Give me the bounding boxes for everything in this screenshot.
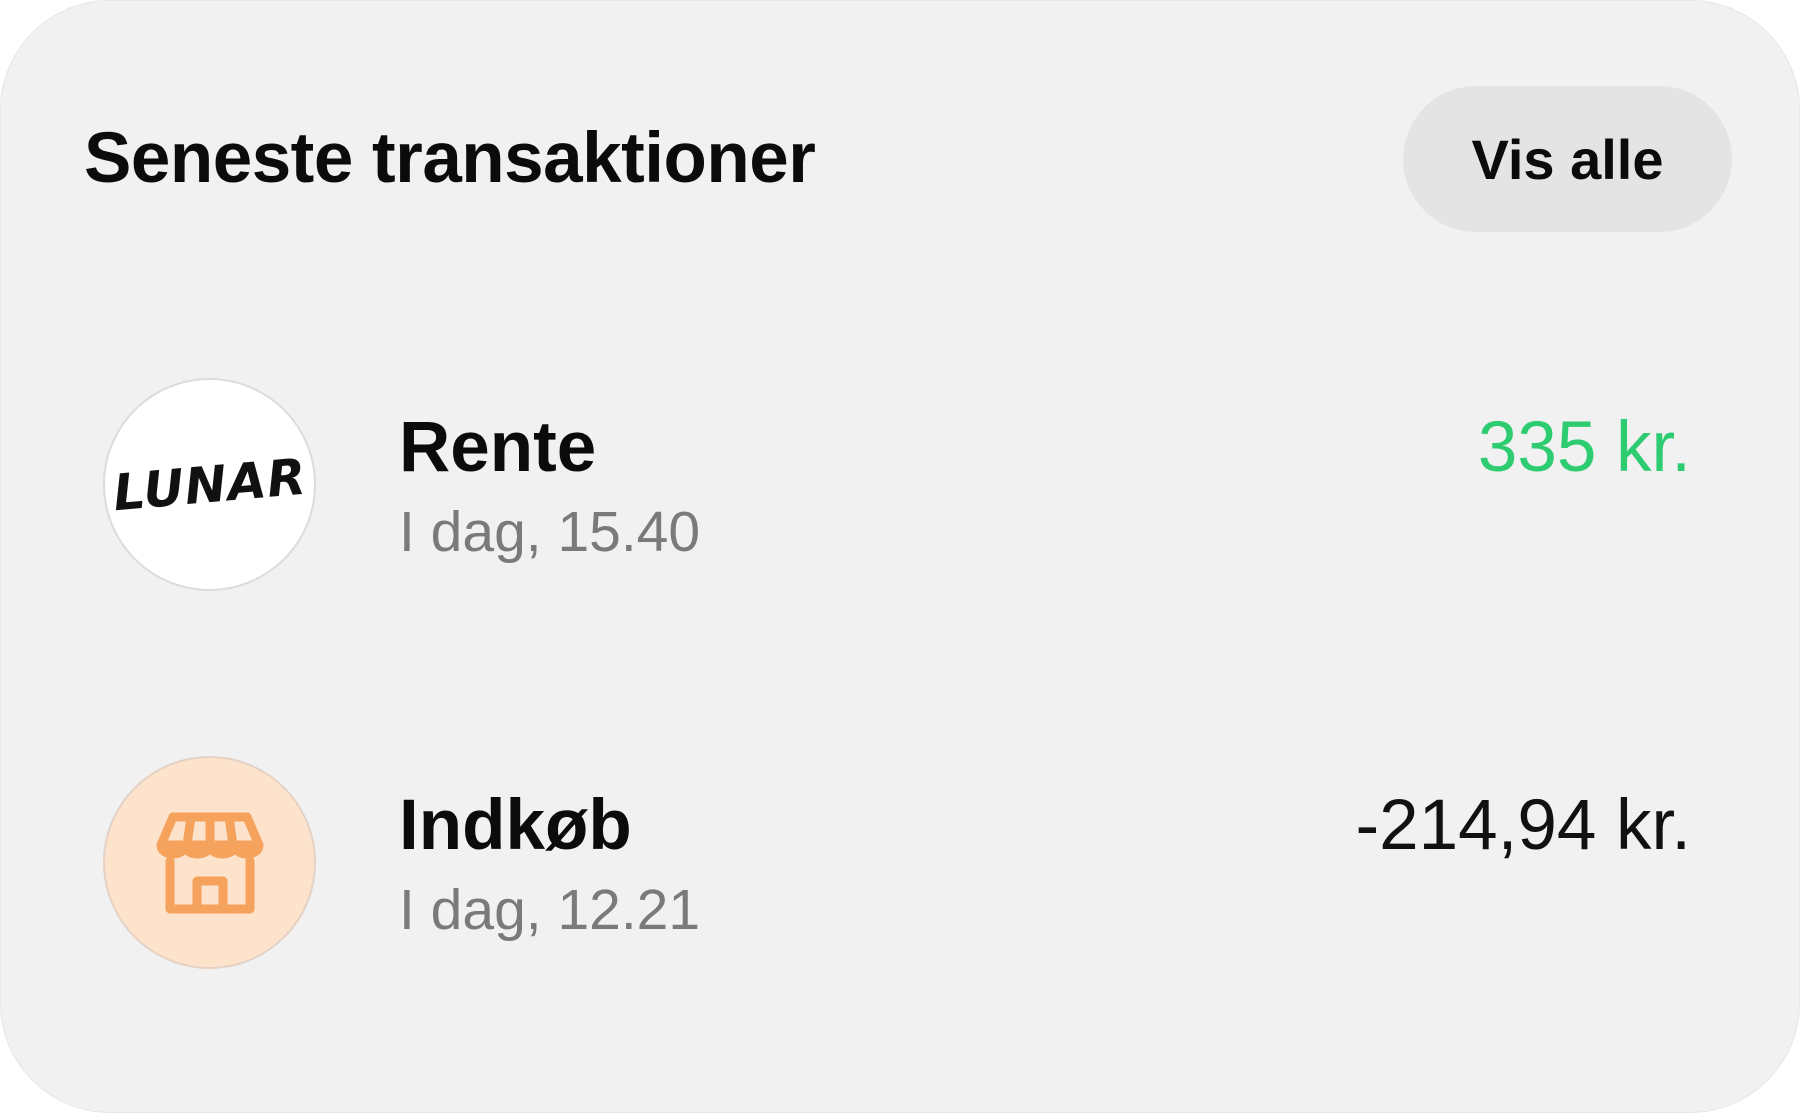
transaction-time: I dag, 15.40: [399, 500, 701, 564]
transaction-amount: -214,94 kr.: [1355, 786, 1691, 865]
transaction-row[interactable]: LUNAR Rente I dag, 15.40 335 kr.: [1, 375, 1799, 595]
avatar: LUNAR: [103, 378, 316, 591]
transaction-name: Rente: [399, 408, 597, 487]
lunar-logo: LUNAR: [110, 447, 309, 522]
transaction-amount: 335 kr.: [1477, 408, 1691, 487]
transaction-time: I dag, 12.21: [399, 878, 701, 942]
view-all-button[interactable]: Vis alle: [1403, 86, 1732, 232]
transaction-row[interactable]: Indkøb I dag, 12.21 -214,94 kr.: [1, 753, 1799, 973]
avatar: [103, 756, 316, 969]
section-title: Seneste transaktioner: [84, 119, 816, 198]
storefront-icon: [156, 812, 263, 913]
recent-transactions-card: Seneste transaktioner Vis alle LUNAR Ren…: [0, 0, 1800, 1113]
transaction-name: Indkøb: [399, 786, 632, 865]
